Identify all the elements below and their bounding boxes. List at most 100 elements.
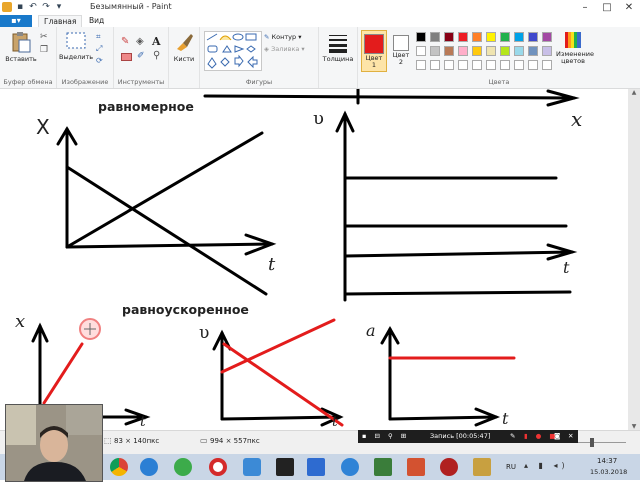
- save-icon[interactable]: ▪: [15, 2, 25, 12]
- shapes-gallery[interactable]: [204, 31, 262, 71]
- fill-icon[interactable]: ◈: [136, 36, 144, 47]
- color-picker-icon[interactable]: ✐: [137, 51, 145, 61]
- command-prompt-icon[interactable]: [276, 458, 294, 476]
- paste-button[interactable]: Вставить: [4, 31, 38, 63]
- pencil-icon[interactable]: ✎: [121, 36, 129, 47]
- rotate-icon[interactable]: ⟳: [96, 56, 103, 65]
- palette-swatch-empty[interactable]: [416, 60, 426, 70]
- palette-swatch[interactable]: [486, 46, 496, 56]
- magnifier-icon[interactable]: ⚲: [153, 50, 160, 61]
- palette-swatch[interactable]: [542, 32, 552, 42]
- redo-icon[interactable]: ↷: [41, 2, 51, 12]
- undo-icon[interactable]: ↶: [28, 2, 38, 12]
- palette-swatch-empty[interactable]: [514, 60, 524, 70]
- palette-swatch[interactable]: [444, 32, 454, 42]
- minimize-button[interactable]: –: [574, 0, 596, 15]
- edit-colors-button[interactable]: Изменение цветов: [556, 31, 594, 65]
- letter-a-app-icon[interactable]: [174, 458, 192, 476]
- media-app-icon[interactable]: [307, 458, 325, 476]
- close-button[interactable]: ✕: [618, 0, 640, 15]
- customize-dropdown-icon[interactable]: ▾: [54, 2, 64, 12]
- select-label: Выделить: [59, 53, 94, 61]
- palette-swatch[interactable]: [472, 46, 482, 56]
- pen-icon[interactable]: ✎: [510, 430, 515, 443]
- palette-swatch[interactable]: [500, 32, 510, 42]
- color2-button[interactable]: Цвет 2: [389, 30, 413, 70]
- maximize-button[interactable]: □: [596, 0, 618, 15]
- presentation-icon[interactable]: [407, 458, 425, 476]
- brushes-group: Кисти: [169, 27, 200, 88]
- colors-group: Цвет 1 Цвет 2 Изменение цветов Цвета: [358, 27, 640, 88]
- palette-swatch-empty[interactable]: [528, 60, 538, 70]
- paste-label: Вставить: [5, 55, 37, 63]
- size-button[interactable]: Толщина: [321, 33, 355, 63]
- color1-label: Цвет 1: [365, 54, 383, 69]
- cut-icon[interactable]: ✂: [40, 32, 48, 42]
- palette-swatch-empty[interactable]: [500, 60, 510, 70]
- media-player-icon[interactable]: [140, 458, 158, 476]
- palette-swatch-empty[interactable]: [486, 60, 496, 70]
- scroll-down-icon[interactable]: ▼: [628, 423, 640, 430]
- shape-fill-dropdown[interactable]: ◈ Заливка ▾: [264, 45, 305, 53]
- palette-swatch[interactable]: [430, 32, 440, 42]
- paint-taskbar-icon[interactable]: [243, 458, 261, 476]
- palette-swatch[interactable]: [458, 32, 468, 42]
- brushes-button[interactable]: Кисти: [170, 31, 198, 63]
- palette-swatch[interactable]: [500, 46, 510, 56]
- eraser-icon[interactable]: [121, 53, 132, 61]
- color1-button[interactable]: Цвет 1: [361, 30, 387, 72]
- recording-label: Запись [00:05:47]: [430, 432, 491, 440]
- palette-swatch[interactable]: [528, 46, 538, 56]
- opera-icon[interactable]: [209, 458, 227, 476]
- graph4-red-line-increasing: [220, 318, 336, 374]
- drawing-canvas[interactable]: равномерное равноускоренное X t υ x t x …: [0, 89, 628, 430]
- palette-swatch[interactable]: [416, 46, 426, 56]
- palette-swatch[interactable]: [542, 46, 552, 56]
- scroll-up-icon[interactable]: ▲: [628, 89, 640, 96]
- tab-view[interactable]: Вид: [84, 15, 109, 27]
- palette-swatch[interactable]: [514, 32, 524, 42]
- tools-group: ✎ ◈ A ✐ ⚲ Инструменты: [114, 27, 169, 88]
- webcam-overlay: [5, 404, 103, 482]
- recorder-app-icon[interactable]: [440, 458, 458, 476]
- color1-swatch: [364, 34, 384, 54]
- palette-swatch[interactable]: [528, 32, 538, 42]
- palette-swatch-empty[interactable]: [472, 60, 482, 70]
- select-button[interactable]: Выделить: [59, 31, 93, 61]
- palette-swatch[interactable]: [444, 46, 454, 56]
- palette-swatch-empty[interactable]: [542, 60, 552, 70]
- photos-icon[interactable]: [374, 458, 392, 476]
- palette-swatch-empty[interactable]: [444, 60, 454, 70]
- palette-swatch[interactable]: [486, 32, 496, 42]
- shape-outline-dropdown[interactable]: ✎ Контур ▾: [264, 33, 301, 41]
- edit-colors-label: Изменение цветов: [556, 50, 594, 65]
- clock-date[interactable]: 15.03.2018: [590, 468, 627, 476]
- canvas-size: 994 × 557пкс: [210, 437, 260, 445]
- palette-swatch-empty[interactable]: [458, 60, 468, 70]
- gallery-icon[interactable]: [473, 458, 491, 476]
- vertical-scrollbar[interactable]: ▲ ▼: [628, 89, 640, 430]
- graph4-x-axis: [220, 415, 342, 421]
- palette-swatch-empty[interactable]: [430, 60, 440, 70]
- clipboard-group: Вставить ✂ ❐ Буфер обмена: [0, 27, 57, 88]
- camera-icon[interactable]: ◙: [554, 430, 560, 443]
- language-indicator[interactable]: RU: [506, 463, 516, 471]
- palette-swatch[interactable]: [514, 46, 524, 56]
- close-recorder-icon[interactable]: ✕: [568, 430, 573, 443]
- record-controls-icons[interactable]: ▪ ⊟ ⚲ ⊞: [362, 430, 409, 443]
- tray-icons[interactable]: ▴ ▮ ◂): [524, 461, 569, 470]
- file-menu-button[interactable]: ▪▾: [0, 15, 32, 27]
- brush-cursor: [79, 318, 101, 340]
- palette-swatch[interactable]: [416, 32, 426, 42]
- copy-icon[interactable]: ❐: [40, 45, 48, 55]
- resize-icon[interactable]: ⤢: [96, 44, 102, 54]
- zoom-slider-thumb[interactable]: [590, 438, 594, 447]
- palette-swatch[interactable]: [458, 46, 468, 56]
- text-icon[interactable]: A: [152, 35, 161, 48]
- crop-icon[interactable]: ⌗: [96, 32, 101, 42]
- palette-swatch[interactable]: [472, 32, 482, 42]
- palette-swatch[interactable]: [430, 46, 440, 56]
- browser-icon[interactable]: [341, 458, 359, 476]
- clock-time[interactable]: 14:37: [597, 457, 617, 465]
- chrome-icon[interactable]: [110, 458, 128, 476]
